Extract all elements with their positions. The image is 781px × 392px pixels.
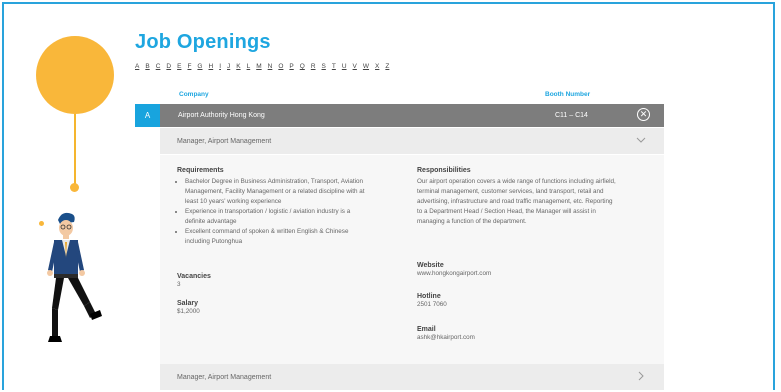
vacancies-value: 3 [177,281,181,288]
alpha-link-p[interactable]: P [289,63,293,70]
alpha-link-b[interactable]: B [145,63,149,70]
requirements-list: Bachelor Degree in Business Administrati… [177,177,367,247]
letter-badge: A [135,104,160,127]
alpha-link-h[interactable]: H [208,63,213,70]
alpha-link-g[interactable]: G [197,63,202,70]
alpha-link-z[interactable]: Z [385,63,389,70]
column-header-booth: Booth Number [545,91,591,98]
alpha-link-d[interactable]: D [166,63,171,70]
alpha-link-m[interactable]: M [256,63,261,70]
responsibilities-section: Responsibilities Our airport operation c… [417,167,617,227]
salary-heading: Salary [177,300,199,307]
website-heading: Website [417,262,444,269]
alpha-link-f[interactable]: F [187,63,191,70]
company-name: Airport Authority Hong Kong [178,112,265,119]
email-section: Email ashk@hkairport.com [417,326,475,343]
hotline-heading: Hotline [417,293,441,300]
alpha-link-c[interactable]: C [156,63,161,70]
alpha-link-a[interactable]: A [135,63,139,70]
alpha-link-n[interactable]: N [268,63,273,70]
alpha-link-s[interactable]: S [322,63,326,70]
requirement-item: Experience in transportation / logistic … [185,207,367,227]
close-icon[interactable]: ✕ [637,108,650,121]
alpha-link-q[interactable]: Q [300,63,305,70]
column-header-company: Company [179,91,209,98]
alpha-link-u[interactable]: U [342,63,347,70]
alpha-link-x[interactable]: X [375,63,379,70]
job-row-collapsed[interactable]: Manager, Airport Management [160,364,664,390]
salary-section: Salary $1,2000 [177,300,200,317]
email-heading: Email [417,326,436,333]
hotline-section: Hotline 2501 7060 [417,293,447,310]
job-details-panel: Requirements Bachelor Degree in Business… [160,155,664,364]
vacancies-section: Vacancies 3 [177,273,211,290]
alpha-link-r[interactable]: R [311,63,316,70]
page-title: Job Openings [135,31,271,53]
company-bar[interactable]: Airport Authority Hong Kong C11 – C14 ✕ [160,104,664,127]
hotline-value: 2501 7060 [417,301,447,308]
alpha-link-l[interactable]: L [247,63,251,70]
alpha-link-j[interactable]: J [227,63,230,70]
vacancies-heading: Vacancies [177,273,211,280]
requirements-section: Requirements Bachelor Degree in Business… [177,167,367,247]
alphabet-index: A B C D E F G H I J K L M N O P Q R S T … [135,63,389,70]
website-link[interactable]: www.hongkongairport.com [417,269,491,279]
job-row-expanded[interactable]: Manager, Airport Management [160,128,664,154]
alpha-link-t[interactable]: T [332,63,336,70]
responsibilities-text: Our airport operation covers a wide rang… [417,178,616,225]
balloon-illustration [36,36,114,114]
requirements-heading: Requirements [177,167,224,174]
website-section: Website www.hongkongairport.com [417,262,491,279]
alpha-link-v[interactable]: V [353,63,357,70]
alpha-link-w[interactable]: W [363,63,369,70]
job-title: Manager, Airport Management [177,137,272,145]
requirement-item: Bachelor Degree in Business Administrati… [185,177,367,207]
chevron-right-icon[interactable] [636,371,646,381]
alpha-link-i[interactable]: I [219,63,221,70]
alpha-link-k[interactable]: K [236,63,240,70]
email-link[interactable]: ashk@hkairport.com [417,333,475,343]
company-row[interactable]: A Airport Authority Hong Kong C11 – C14 … [135,104,664,127]
balloon-knot [70,183,79,192]
chevron-down-icon[interactable] [636,135,646,145]
responsibilities-heading: Responsibilities [417,167,471,174]
alpha-link-e[interactable]: E [177,63,181,70]
requirement-item: Excellent command of spoken & written En… [185,227,367,247]
salary-value: $1,2000 [177,308,200,315]
character-illustration [47,212,102,342]
job-title: Manager, Airport Management [177,373,272,381]
booth-number: C11 – C14 [555,112,588,119]
alpha-link-o[interactable]: O [278,63,283,70]
